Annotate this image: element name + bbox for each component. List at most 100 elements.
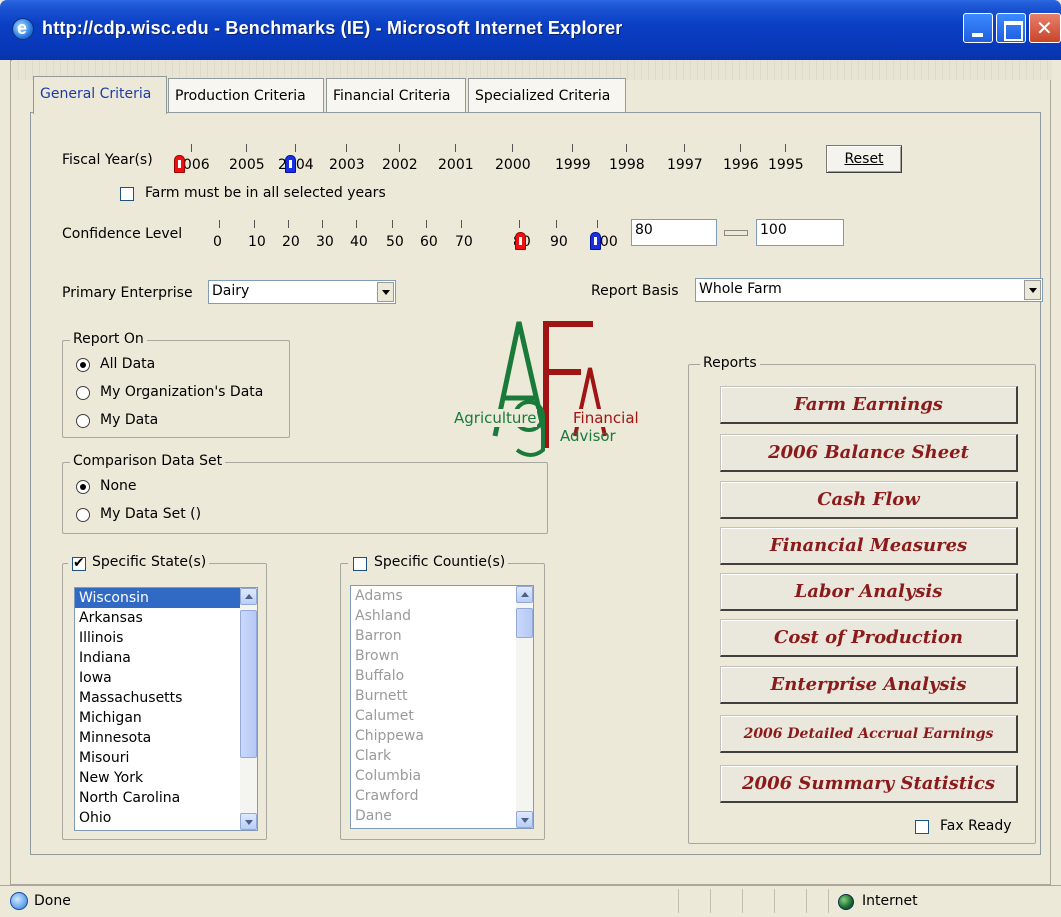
list-item[interactable]: Indiana: [75, 648, 257, 668]
tab-financial-criteria[interactable]: Financial Criteria: [326, 78, 466, 112]
confidence-level-label: Confidence Level: [62, 226, 183, 242]
confidence-tick-label: 70: [455, 234, 473, 250]
confidence-tick-label: 40: [350, 234, 368, 250]
confidence-min-input[interactable]: 80: [631, 219, 717, 246]
tab-general-criteria[interactable]: General Criteria: [33, 76, 167, 114]
list-item[interactable]: Wisconsin: [75, 588, 257, 608]
confidence-tick: [322, 220, 323, 228]
list-item[interactable]: Chippewa: [351, 726, 533, 746]
list-item[interactable]: Ashland: [351, 606, 533, 626]
range-separator: [724, 230, 748, 236]
year-tick-label: 1998: [609, 157, 645, 173]
list-item[interactable]: Iowa: [75, 668, 257, 688]
year-tick: [246, 144, 247, 152]
primary-enterprise-label: Primary Enterprise: [62, 285, 193, 301]
report-basis-select[interactable]: Whole Farm: [695, 278, 1043, 302]
list-item[interactable]: Ohio: [75, 808, 257, 828]
counties-scrollbar[interactable]: [516, 586, 533, 828]
logo-word-agriculture: Agriculture: [454, 409, 537, 427]
confidence-max-input[interactable]: 100: [756, 219, 844, 246]
list-item[interactable]: North Carolina: [75, 788, 257, 808]
scroll-thumb[interactable]: [240, 610, 257, 758]
year-tick: [399, 144, 400, 152]
window-title: http://cdp.wisc.edu - Benchmarks (IE) - …: [42, 18, 623, 38]
list-item[interactable]: Illinois: [75, 628, 257, 648]
close-button[interactable]: [1029, 13, 1061, 43]
list-item[interactable]: Brown: [351, 646, 533, 666]
year-tick-label: 2005: [229, 157, 265, 173]
confidence-tick: [597, 220, 598, 228]
browser-window: http://cdp.wisc.edu - Benchmarks (IE) - …: [0, 0, 1061, 917]
states-scrollbar[interactable]: [240, 588, 257, 830]
report-button[interactable]: 2006 Summary Statistics: [720, 765, 1018, 803]
list-item[interactable]: Columbia: [351, 766, 533, 786]
report-button[interactable]: Financial Measures: [720, 527, 1018, 565]
scroll-down-icon[interactable]: [240, 813, 257, 830]
status-text: Done: [34, 893, 71, 909]
list-item[interactable]: Massachusetts: [75, 688, 257, 708]
list-item[interactable]: Dane: [351, 806, 533, 826]
states-listbox[interactable]: Wisconsin Arkansas Illinois Indiana Iowa Mass…: [74, 587, 258, 831]
report-button[interactable]: 2006 Detailed Accrual Earnings: [720, 715, 1018, 753]
report-button[interactable]: Cost of Production: [720, 619, 1018, 657]
year-from-handle[interactable]: [174, 155, 185, 173]
counties-listbox[interactable]: Adams Ashland Barron Brown Buffalo Burnett Cal…: [350, 585, 534, 829]
year-tick-label: 1996: [723, 157, 759, 173]
confidence-tick-label: 60: [420, 234, 438, 250]
list-item[interactable]: Michigan: [75, 708, 257, 728]
states-legend: Specific State(s): [68, 554, 210, 570]
confidence-tick: [556, 220, 557, 228]
list-item[interactable]: Burnett: [351, 686, 533, 706]
radio-my-organizations-data[interactable]: [76, 386, 90, 400]
chevron-down-icon[interactable]: [377, 282, 394, 302]
report-button[interactable]: Farm Earnings: [720, 386, 1018, 424]
list-item[interactable]: Barron: [351, 626, 533, 646]
list-item[interactable]: Buffalo: [351, 666, 533, 686]
tab-production-criteria[interactable]: Production Criteria: [168, 78, 324, 112]
list-item[interactable]: Minnesota: [75, 728, 257, 748]
confidence-max-handle[interactable]: [590, 232, 601, 250]
scroll-up-icon[interactable]: [240, 588, 257, 605]
radio-none[interactable]: [76, 480, 90, 494]
list-item[interactable]: New York: [75, 768, 257, 788]
report-button[interactable]: Cash Flow: [720, 481, 1018, 519]
tab-specialized-criteria[interactable]: Specialized Criteria: [468, 78, 626, 112]
maximize-button[interactable]: [996, 13, 1026, 43]
report-button[interactable]: 2006 Balance Sheet: [720, 434, 1018, 472]
comparison-legend: Comparison Data Set: [70, 453, 226, 469]
scroll-up-icon[interactable]: [516, 586, 533, 603]
chevron-down-icon[interactable]: [1024, 280, 1041, 300]
scroll-down-icon[interactable]: [516, 811, 533, 828]
list-item[interactable]: Misouri: [75, 748, 257, 768]
year-tick: [512, 144, 513, 152]
confidence-min-handle[interactable]: [515, 232, 526, 250]
list-item[interactable]: Clark: [351, 746, 533, 766]
confidence-tick-label: 10: [248, 234, 266, 250]
scroll-thumb[interactable]: [516, 608, 533, 638]
fax-ready-label: Fax Ready: [940, 818, 1012, 834]
report-button[interactable]: Enterprise Analysis: [720, 666, 1018, 704]
specific-counties-checkbox[interactable]: [353, 557, 367, 571]
all-years-checkbox[interactable]: [120, 187, 134, 201]
list-item[interactable]: Arkansas: [75, 608, 257, 628]
minimize-button[interactable]: [963, 13, 993, 43]
year-tick-label: 2000: [495, 157, 531, 173]
list-item[interactable]: Calumet: [351, 706, 533, 726]
list-item[interactable]: Crawford: [351, 786, 533, 806]
specific-states-checkbox[interactable]: [72, 555, 86, 571]
fax-ready-checkbox[interactable]: [915, 820, 929, 834]
year-to-handle[interactable]: [285, 155, 296, 173]
report-button[interactable]: Labor Analysis: [720, 573, 1018, 611]
tab-label: Specialized Criteria: [475, 88, 611, 104]
title-bar[interactable]: http://cdp.wisc.edu - Benchmarks (IE) - …: [0, 0, 1061, 60]
year-tick-label: 2002: [382, 157, 418, 173]
list-item[interactable]: Adams: [351, 586, 533, 606]
tab-label: General Criteria: [40, 86, 152, 102]
year-tick: [191, 144, 192, 152]
radio-my-data[interactable]: [76, 414, 90, 428]
reset-button[interactable]: Reset: [826, 145, 902, 173]
radio-my-data-set[interactable]: [76, 508, 90, 522]
radio-all-data[interactable]: [76, 358, 90, 372]
year-tick: [346, 144, 347, 152]
primary-enterprise-select[interactable]: Dairy: [208, 280, 396, 304]
